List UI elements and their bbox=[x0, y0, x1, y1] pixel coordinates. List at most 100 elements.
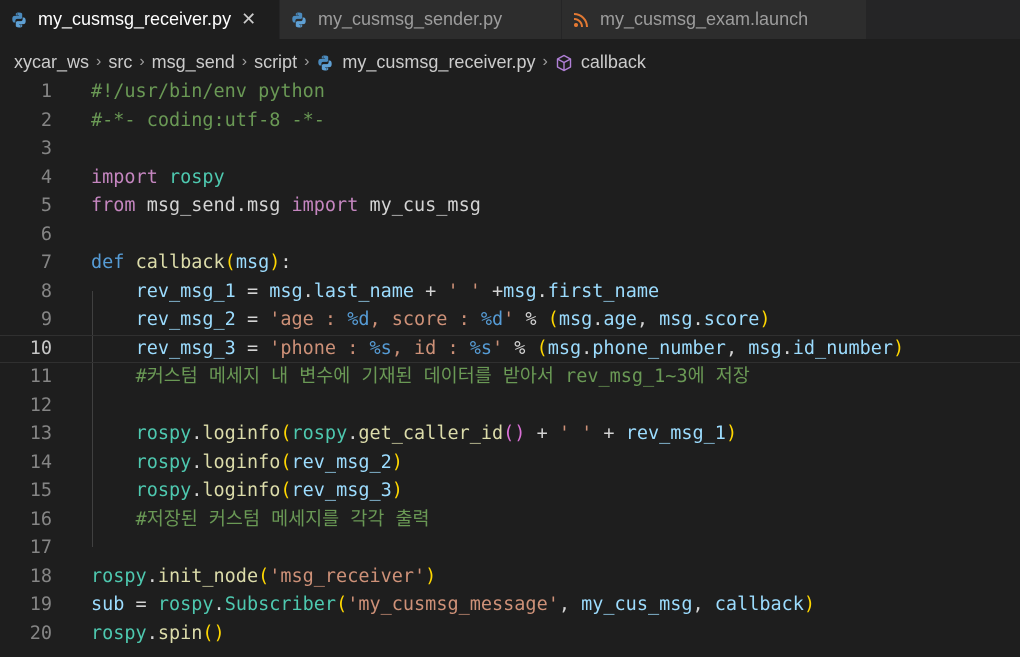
code-token: loginfo bbox=[202, 423, 281, 444]
breadcrumb-item[interactable]: src bbox=[108, 52, 132, 73]
code-line[interactable]: 11 #커스텀 메세지 내 변수에 기재된 데이터를 받아서 rev_msg_1… bbox=[0, 363, 1020, 392]
code-line[interactable]: 17 bbox=[0, 534, 1020, 563]
breadcrumb-item[interactable]: my_cusmsg_receiver.py bbox=[316, 52, 535, 73]
code-token: ) bbox=[893, 337, 905, 359]
code-text: sub = rospy.Subscriber('my_cusmsg_messag… bbox=[91, 591, 815, 620]
code-token: rospy bbox=[135, 423, 192, 444]
code-line[interactable]: 13 rospy.loginfo(rospy.get_caller_id() +… bbox=[0, 420, 1020, 449]
code-token: rev_msg_1 bbox=[625, 423, 726, 444]
code-line[interactable]: 19 sub = rospy.Subscriber('my_cusmsg_mess… bbox=[0, 591, 1020, 620]
code-token: + bbox=[414, 280, 448, 302]
code-token: . bbox=[191, 451, 203, 473]
code-token: rospy bbox=[91, 565, 147, 587]
tab-my-cusmsg-receiver-py[interactable]: my_cusmsg_receiver.py ✕ bbox=[0, 0, 280, 39]
breadcrumb-item[interactable]: msg_send bbox=[152, 52, 235, 73]
code-token: , id : bbox=[391, 337, 470, 359]
tab-my-cusmsg-exam-launch[interactable]: my_cusmsg_exam.launch bbox=[562, 0, 867, 39]
tab-bar: my_cusmsg_receiver.py ✕ my_cusmsg_sender.p… bbox=[0, 0, 1020, 39]
code-line[interactable]: 16 #저장된 커스텀 메세지를 각각 출력 bbox=[0, 506, 1020, 535]
code-line[interactable]: 2 #-*- coding:utf-8 -*- bbox=[0, 107, 1020, 136]
code-token: msg bbox=[235, 252, 270, 273]
code-token: #저장된 커스텀 메세지를 각각 출력 bbox=[135, 508, 430, 530]
code-token: msg bbox=[503, 280, 537, 302]
breadcrumb-label: src bbox=[108, 51, 133, 72]
code-token: %d bbox=[480, 309, 504, 330]
code-line[interactable]: 20 rospy.spin() bbox=[0, 620, 1020, 649]
line-number: 13 bbox=[29, 423, 52, 444]
line-number: 20 bbox=[29, 622, 52, 644]
line-number: 9 bbox=[40, 309, 52, 330]
breadcrumb-label: callback bbox=[580, 51, 646, 72]
code-line[interactable]: 1 #!/usr/bin/env python bbox=[0, 78, 1020, 107]
code-line[interactable]: 14 rospy.loginfo(rev_msg_2) bbox=[0, 449, 1020, 478]
code-token: ) bbox=[803, 594, 816, 615]
code-text: #커스텀 메세지 내 변수에 기재된 데이터를 받아서 rev_msg_1~3에… bbox=[91, 363, 750, 392]
code-token: rospy bbox=[135, 480, 192, 501]
code-text: rospy.loginfo(rev_msg_2) bbox=[91, 449, 403, 478]
code-token: 'phone : bbox=[269, 337, 370, 359]
close-icon[interactable]: ✕ bbox=[241, 9, 256, 30]
code-token: rev_msg_3 bbox=[291, 480, 392, 501]
line-number: 5 bbox=[40, 195, 52, 216]
code-token: #커스텀 메세지 내 변수에 기재된 데이터를 받아서 rev_msg_1~3에… bbox=[135, 366, 750, 387]
breadcrumb-item[interactable]: script bbox=[254, 52, 297, 73]
code-line[interactable]: 7 def callback(msg): bbox=[0, 249, 1020, 278]
code-token: rospy bbox=[157, 594, 214, 615]
breadcrumb-label: xycar_ws bbox=[14, 51, 90, 72]
code-token: rospy bbox=[291, 423, 348, 444]
breadcrumb-item[interactable]: callback bbox=[555, 52, 646, 73]
code-line[interactable]: 10 rev_msg_3 = 'phone : %s, id : %s' % (… bbox=[0, 334, 1020, 363]
line-number: 4 bbox=[40, 166, 52, 188]
code-token: callback bbox=[135, 252, 225, 273]
code-token: ( bbox=[547, 309, 559, 330]
line-number: 1 bbox=[40, 81, 52, 102]
code-line[interactable]: 5 from msg_send.msg import my_cus_msg bbox=[0, 192, 1020, 221]
code-editor[interactable]: 1 #!/usr/bin/env python 2 #-*- coding:utf-8… bbox=[0, 78, 1020, 657]
code-token: ' bbox=[492, 337, 504, 359]
code-text: rev_msg_3 = 'phone : %s, id : %s' % (msg… bbox=[91, 336, 905, 363]
code-token: my_cus_msg bbox=[358, 195, 481, 216]
code-token: loginfo bbox=[202, 480, 281, 501]
breadcrumb-label: script bbox=[254, 51, 298, 72]
code-line[interactable]: 6 bbox=[0, 221, 1020, 250]
code-token: . bbox=[592, 309, 604, 330]
code-token: . bbox=[191, 480, 203, 501]
code-line[interactable]: 3 bbox=[0, 135, 1020, 164]
code-line[interactable]: 8 rev_msg_1 = msg.last_name + ' ' +msg.f… bbox=[0, 278, 1020, 307]
code-token: %s bbox=[469, 337, 493, 359]
code-line[interactable]: 9 rev_msg_2 = 'age : %d, score : %d' % (… bbox=[0, 306, 1020, 335]
breadcrumb: xycar_ws › src › msg_send › script › my_cusmsg_r… bbox=[0, 46, 646, 78]
code-text: rospy.init_node('msg_receiver') bbox=[91, 563, 436, 592]
code-token: = bbox=[235, 280, 270, 302]
chevron-right-icon: › bbox=[96, 53, 102, 70]
code-token: ( bbox=[224, 252, 236, 273]
code-token: = bbox=[235, 309, 270, 330]
code-token: ( bbox=[536, 337, 548, 359]
line-number: 12 bbox=[29, 394, 52, 416]
code-text: from msg_send.msg import my_cus_msg bbox=[91, 192, 481, 221]
code-token: init_node bbox=[157, 565, 259, 587]
code-token: 'my_cusmsg_message' bbox=[347, 594, 559, 615]
code-token: () bbox=[202, 622, 225, 644]
code-token: rospy bbox=[91, 622, 147, 644]
code-token: . bbox=[781, 337, 793, 359]
code-line[interactable]: 12 bbox=[0, 392, 1020, 421]
code-token: #!/usr/bin/env python bbox=[91, 81, 325, 102]
code-token: first_name bbox=[547, 280, 660, 302]
code-line[interactable]: 4 import rospy bbox=[0, 164, 1020, 193]
breadcrumb-item[interactable]: xycar_ws bbox=[14, 52, 89, 73]
code-token: phone_number bbox=[592, 337, 726, 359]
chevron-right-icon: › bbox=[139, 53, 145, 70]
tab-my-cusmsg-sender-py[interactable]: my_cusmsg_sender.py bbox=[280, 0, 562, 39]
chevron-right-icon: › bbox=[304, 53, 310, 70]
code-line[interactable]: 18 rospy.init_node('msg_receiver') bbox=[0, 563, 1020, 592]
breadcrumb-label: my_cusmsg_receiver.py bbox=[342, 51, 536, 72]
code-token: %d bbox=[347, 309, 370, 330]
code-line[interactable]: 15 rospy.loginfo(rev_msg_3) bbox=[0, 477, 1020, 506]
code-token: . bbox=[692, 309, 704, 330]
code-text: rev_msg_2 = 'age : %d, score : %d' % (ms… bbox=[91, 306, 771, 335]
line-number: 10 bbox=[29, 337, 52, 359]
code-token: from bbox=[91, 195, 136, 216]
